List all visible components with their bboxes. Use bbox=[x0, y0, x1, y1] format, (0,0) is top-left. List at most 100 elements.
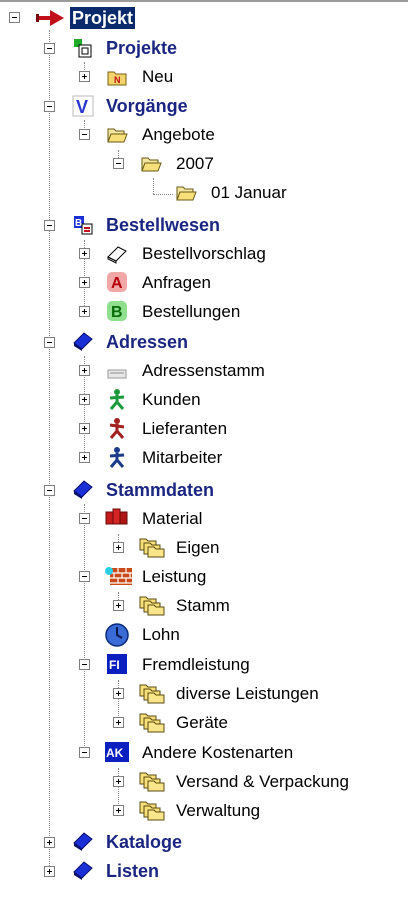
tree-line bbox=[153, 178, 154, 194]
folder-stack-icon bbox=[139, 596, 165, 616]
tree-label-anfragen[interactable]: Anfragen bbox=[142, 272, 211, 294]
collapse-toggle[interactable] bbox=[79, 571, 90, 582]
collapse-toggle[interactable] bbox=[79, 129, 90, 140]
a-badge-text: A bbox=[111, 275, 123, 292]
ak-badge-icon: AK bbox=[105, 742, 129, 762]
address-card-icon bbox=[107, 369, 127, 379]
expand-toggle[interactable] bbox=[113, 776, 124, 787]
v-icon: V bbox=[72, 95, 94, 117]
tree-label-vorgaenge[interactable]: Vorgänge bbox=[106, 95, 188, 117]
open-folder-icon bbox=[141, 157, 162, 172]
tree-label-adressen[interactable]: Adressen bbox=[106, 331, 188, 353]
fl-badge-icon: FI bbox=[107, 654, 127, 674]
tree-line bbox=[118, 680, 119, 722]
open-folder-icon bbox=[176, 186, 197, 201]
folder-stack-icon bbox=[139, 538, 165, 558]
tree-label-kataloge[interactable]: Kataloge bbox=[106, 831, 182, 853]
person-blue-icon bbox=[109, 447, 125, 468]
expand-toggle[interactable] bbox=[79, 277, 90, 288]
tree-label-kunden[interactable]: Kunden bbox=[142, 389, 201, 411]
collapse-toggle[interactable] bbox=[79, 513, 90, 524]
open-folder-icon bbox=[107, 128, 128, 143]
tree-label-2007[interactable]: 2007 bbox=[176, 153, 214, 175]
tree-line bbox=[153, 194, 173, 195]
expand-toggle[interactable] bbox=[79, 248, 90, 259]
expand-toggle[interactable] bbox=[113, 805, 124, 816]
tree-label-mitarbeiter[interactable]: Mitarbeiter bbox=[142, 447, 222, 469]
blue-book-icon bbox=[73, 832, 93, 851]
tree-label-listen[interactable]: Listen bbox=[106, 860, 159, 882]
tree-label-projekt[interactable]: Projekt bbox=[70, 7, 136, 29]
v-badge-text: V bbox=[76, 97, 88, 117]
blue-book-icon bbox=[73, 480, 93, 499]
expand-toggle[interactable] bbox=[79, 365, 90, 376]
collapse-toggle[interactable] bbox=[79, 747, 90, 758]
tree-label-versand-verpackung[interactable]: Versand & Verpackung bbox=[176, 771, 349, 793]
folder-stack-icon bbox=[139, 713, 165, 733]
new-badge-text: N bbox=[114, 75, 121, 85]
tree-label-diverse-leistungen[interactable]: diverse Leistungen bbox=[176, 683, 319, 705]
collapse-toggle[interactable] bbox=[44, 220, 55, 231]
projects-icon bbox=[74, 39, 92, 58]
tree-label-adressenstamm[interactable]: Adressenstamm bbox=[142, 360, 265, 382]
expand-toggle[interactable] bbox=[113, 600, 124, 611]
blue-book-icon bbox=[73, 861, 93, 880]
expand-toggle[interactable] bbox=[79, 394, 90, 405]
tree-label-bestellvorschlag[interactable]: Bestellvorschlag bbox=[142, 243, 266, 265]
tree-line bbox=[118, 768, 119, 810]
svg-text:B: B bbox=[75, 218, 82, 229]
person-red-icon bbox=[109, 418, 125, 439]
material-icon bbox=[105, 508, 128, 525]
tree-label-fremdleistung[interactable]: Fremdleistung bbox=[142, 654, 250, 676]
clock-icon bbox=[105, 623, 129, 647]
fl-badge-text: FI bbox=[109, 658, 120, 672]
folder-stack-icon bbox=[139, 801, 165, 821]
collapse-toggle[interactable] bbox=[44, 101, 55, 112]
tree-label-neu[interactable]: Neu bbox=[142, 66, 173, 88]
tree-label-lohn[interactable]: Lohn bbox=[142, 624, 180, 646]
tree-label-material[interactable]: Material bbox=[142, 508, 202, 530]
expand-toggle[interactable] bbox=[44, 866, 55, 877]
tree-label-andere-kostenarten[interactable]: Andere Kostenarten bbox=[142, 742, 293, 764]
tree-label-lieferanten[interactable]: Lieferanten bbox=[142, 418, 227, 440]
expand-toggle[interactable] bbox=[79, 71, 90, 82]
tree-label-01-januar[interactable]: 01 Januar bbox=[211, 182, 287, 204]
b-badge-icon: B bbox=[107, 301, 127, 321]
new-folder-icon: N bbox=[107, 71, 127, 86]
book-outline-icon bbox=[107, 246, 127, 264]
folder-stack-icon bbox=[139, 772, 165, 792]
b-badge-text: B bbox=[111, 304, 123, 321]
tree-label-eigen[interactable]: Eigen bbox=[176, 537, 219, 559]
person-green-icon bbox=[109, 389, 125, 410]
tree-label-verwaltung[interactable]: Verwaltung bbox=[176, 800, 260, 822]
tree-label-stamm[interactable]: Stamm bbox=[176, 595, 230, 617]
expand-toggle[interactable] bbox=[79, 306, 90, 317]
collapse-toggle[interactable] bbox=[79, 659, 90, 670]
expand-toggle[interactable] bbox=[113, 542, 124, 553]
collapse-toggle[interactable] bbox=[44, 337, 55, 348]
order-icon: B bbox=[74, 216, 93, 235]
tree-label-bestellwesen[interactable]: Bestellwesen bbox=[106, 214, 220, 236]
collapse-toggle[interactable] bbox=[44, 485, 55, 496]
tree-line bbox=[49, 30, 50, 870]
folder-stack-icon bbox=[139, 684, 165, 704]
collapse-toggle[interactable] bbox=[113, 158, 124, 169]
a-badge-icon: A bbox=[107, 272, 127, 292]
tree-label-projekte[interactable]: Projekte bbox=[106, 37, 177, 59]
tree-label-angebote[interactable]: Angebote bbox=[142, 124, 215, 146]
tree-line bbox=[84, 504, 85, 752]
collapse-toggle[interactable] bbox=[44, 43, 55, 54]
expand-toggle[interactable] bbox=[113, 717, 124, 728]
tree-label-bestellungen[interactable]: Bestellungen bbox=[142, 301, 240, 323]
tree-label-geraete[interactable]: Geräte bbox=[176, 712, 228, 734]
collapse-toggle[interactable] bbox=[9, 12, 20, 23]
tree-label-stammdaten[interactable]: Stammdaten bbox=[106, 479, 214, 501]
tree-label-leistung[interactable]: Leistung bbox=[142, 566, 206, 588]
expand-toggle[interactable] bbox=[113, 688, 124, 699]
expand-toggle[interactable] bbox=[79, 452, 90, 463]
ak-badge-text: AK bbox=[106, 746, 124, 760]
project-tree[interactable]: Projekt Projekte N Neu V Vorgänge Angebo… bbox=[0, 0, 408, 900]
expand-toggle[interactable] bbox=[44, 837, 55, 848]
expand-toggle[interactable] bbox=[79, 423, 90, 434]
red-arrow-icon bbox=[36, 10, 64, 26]
